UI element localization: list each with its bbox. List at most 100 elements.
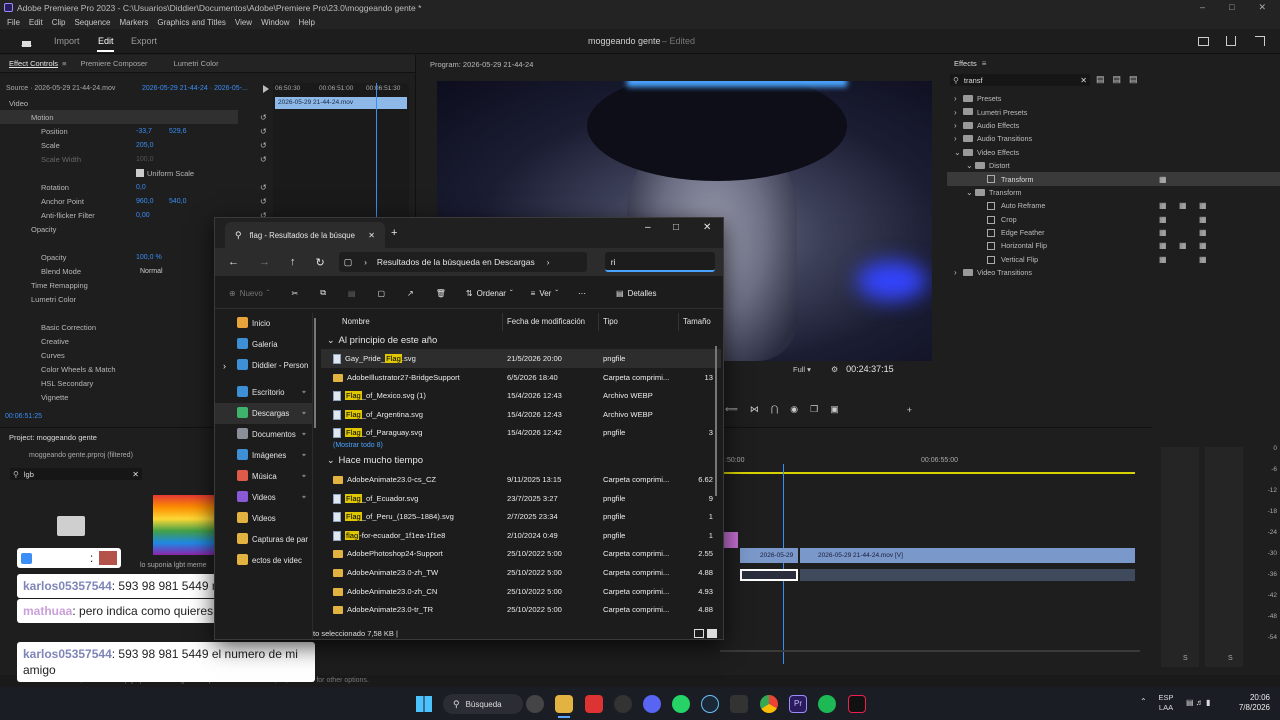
file-row[interactable]: AdobeAnimate23.0-cs_CZ 9/11/2025 13:15 Car… <box>321 470 721 489</box>
pin-icon[interactable]: ⌖ <box>302 410 306 418</box>
restore-button[interactable]: □ <box>1229 2 1234 13</box>
menu-help[interactable]: Help <box>299 18 315 27</box>
breadcrumb[interactable]: ▢ › Resultados de la búsqueda en Descarg… <box>338 252 587 272</box>
effect-value-1[interactable]: -33,7 <box>136 128 152 135</box>
effects-item[interactable]: Edge Feather ▦ ▦ <box>947 226 1280 239</box>
column-header[interactable]: Tamaño <box>683 317 711 326</box>
nav-item[interactable]: Inicio <box>215 313 312 334</box>
pin-icon[interactable]: ⌖ <box>302 452 306 460</box>
nav-item[interactable]: Videos ⌖ <box>215 487 312 508</box>
list-scrollbar[interactable] <box>715 346 717 496</box>
explorer-maximize[interactable]: □ <box>673 222 679 233</box>
effect-row[interactable]: Rotation 0,0 ↺ <box>0 180 272 194</box>
up-icon[interactable]: ↑ <box>290 256 296 268</box>
chevron-icon[interactable]: ⌄ <box>966 188 973 197</box>
column-divider[interactable] <box>502 313 503 331</box>
keyboard-language[interactable]: ESP LAA <box>1154 693 1178 713</box>
meter-solo-left[interactable]: S <box>1183 655 1188 662</box>
taskbar-app-icon-4[interactable] <box>614 695 632 713</box>
audio-track[interactable] <box>800 569 1135 581</box>
ec-clip-bar[interactable]: 2026-05-29 21-44-24.mov <box>275 97 407 109</box>
reset-icon[interactable]: ↺ <box>260 113 267 122</box>
new-button[interactable]: Nuevo <box>240 289 263 298</box>
close-button[interactable]: ✕ <box>1258 2 1266 13</box>
reset-icon[interactable]: ↺ <box>260 155 267 164</box>
32bit-filter-icon[interactable]: ▤ <box>1113 74 1122 85</box>
file-row[interactable]: Flag_of_Mexico.svg (1) 15/4/2026 12:43 Arc… <box>321 386 721 405</box>
menu-sequence[interactable]: Sequence <box>74 18 110 27</box>
chevron-icon[interactable]: ⌄ <box>966 161 973 170</box>
file-row[interactable]: AdobeAnimate23.0-zh_TW 25/10/2022 5:00 Car… <box>321 563 721 582</box>
taskbar-tray-chevron-icon[interactable]: ⌃ <box>1140 697 1147 706</box>
meme-thumbnail[interactable] <box>153 495 214 555</box>
column-header[interactable]: Fecha de modificación <box>507 317 585 326</box>
lift-icon[interactable]: ⟸ <box>725 404 738 415</box>
effect-row[interactable]: Scale Width 100,0 ↺ <box>0 152 272 166</box>
new-tab-button[interactable]: + <box>391 227 397 239</box>
project-search[interactable]: ⚲ lgb ✕ <box>10 468 142 480</box>
effect-value-2[interactable]: 529,6 <box>169 128 187 135</box>
menu-graphics[interactable]: Graphics and Titles <box>157 18 225 27</box>
explorer-search-input[interactable]: ri <box>604 252 715 272</box>
nav-item[interactable]: Imágenes ⌖ <box>215 445 312 466</box>
clear-search-icon[interactable]: ✕ <box>1080 76 1087 85</box>
effect-row[interactable]: Anchor Point 960,0 540,0 ↺ <box>0 194 272 208</box>
effect-value-1[interactable]: 0,00 <box>136 212 150 219</box>
expand-icon[interactable] <box>1255 36 1265 46</box>
cut-icon[interactable]: ✂ <box>292 289 299 298</box>
tiles-view-icon[interactable] <box>707 628 717 638</box>
delete-icon[interactable]: 🗑 <box>436 289 446 298</box>
file-row[interactable]: AdobePhotoshop24-Support 25/10/2022 5:00 C… <box>321 544 721 563</box>
paste-icon[interactable]: ▤ <box>348 289 356 298</box>
bin-folder-icon[interactable] <box>57 516 85 536</box>
accelerated-filter-icon[interactable]: ▤ <box>1096 74 1105 85</box>
effects-item[interactable]: Transform ▦ <box>947 172 1280 186</box>
share-icon[interactable] <box>1226 36 1236 46</box>
file-row[interactable]: Flag_of_Peru_(1825–1884).svg 2/7/2025 23:… <box>321 507 721 526</box>
nav-item[interactable]: ectos de videc <box>215 550 312 571</box>
effects-item[interactable]: Crop ▦ ▦ <box>947 213 1280 226</box>
column-divider[interactable] <box>678 313 679 331</box>
more-options-icon[interactable]: ⋯ <box>578 289 586 298</box>
effects-search[interactable]: ⚲ transf ✕ <box>950 74 1090 86</box>
reset-icon[interactable]: ↺ <box>260 127 267 136</box>
share-file-icon[interactable]: ↗ <box>407 289 414 298</box>
file-row[interactable]: AdobeAnimate23.0-zh_CN 25/10/2022 5:00 Car… <box>321 582 721 601</box>
clock[interactable]: 20:06 7/8/2026 <box>1222 693 1270 713</box>
nav-item[interactable]: › Diddier - Person <box>215 355 312 376</box>
menu-file[interactable]: File <box>7 18 20 27</box>
video-clip-1[interactable]: 2026-05-29 2 <box>740 548 798 574</box>
chevron-icon[interactable]: ⌄ <box>954 148 961 157</box>
details-view-icon[interactable] <box>694 628 704 638</box>
explorer-tab[interactable]: ⚲ flag - Resultados de la búsque ✕ <box>225 222 385 248</box>
effects-folder[interactable]: ⌄ Distort <box>947 159 1280 172</box>
file-row[interactable]: Gay_Pride_Flag.svg 21/5/2026 20:00 pngfile <box>321 349 721 368</box>
pin-icon[interactable]: ⌖ <box>302 431 306 439</box>
video-clip-2[interactable]: 2026-05-29 21-44-24.mov [V] <box>800 548 1135 563</box>
tab-lumetri-color[interactable]: Lumetri Color <box>174 59 219 68</box>
wrench-icon[interactable]: ⚙ <box>831 365 838 374</box>
chevron-icon[interactable]: › <box>954 134 957 143</box>
camera-icon[interactable]: ◉ <box>790 404 798 415</box>
sequence-label[interactable]: 2026-05-29 21-44-24 · 2026-05-... <box>142 85 248 92</box>
reset-icon[interactable]: ↺ <box>260 183 267 192</box>
nav-item[interactable]: Videos <box>215 508 312 529</box>
compare-icon[interactable]: ❐ <box>810 404 818 415</box>
overwrite-icon[interactable]: ⋂ <box>771 404 778 415</box>
quality-select[interactable]: Full ▾ <box>793 365 811 374</box>
whatsapp-taskbar-icon[interactable] <box>672 695 690 713</box>
taskbar-app-icon-8[interactable] <box>730 695 748 713</box>
timeline-playhead[interactable] <box>783 464 784 664</box>
nav-item[interactable]: Escritorio ⌖ <box>215 382 312 403</box>
taskbar-search[interactable]: ⚲ Búsqueda <box>443 694 523 714</box>
menu-markers[interactable]: Markers <box>120 18 149 27</box>
yuv-filter-icon[interactable]: ▤ <box>1129 74 1138 85</box>
discord-taskbar-icon[interactable] <box>643 695 661 713</box>
nav-item[interactable]: Descargas ⌖ <box>215 403 312 424</box>
explorer-minimize[interactable]: – <box>645 222 651 233</box>
pin-icon[interactable]: ⌖ <box>302 473 306 481</box>
effect-row[interactable]: Scale 205,0 ↺ <box>0 138 272 152</box>
effects-folder[interactable]: › Audio Transitions <box>947 132 1280 145</box>
effects-folder[interactable]: › Audio Effects <box>947 119 1280 132</box>
steam-taskbar-icon[interactable] <box>701 695 719 713</box>
